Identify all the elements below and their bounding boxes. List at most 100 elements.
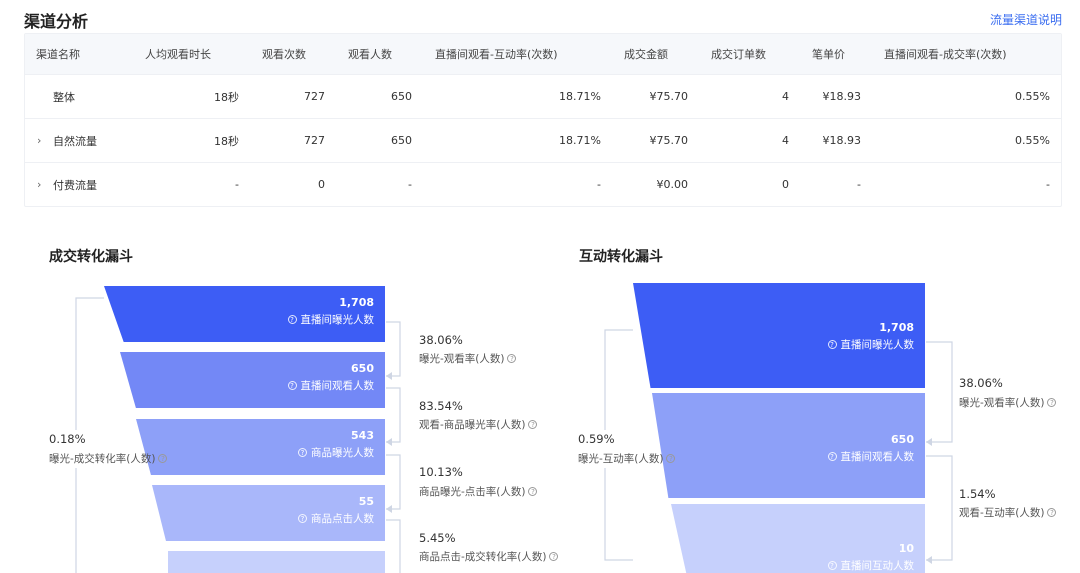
step-rate-label: 商品曝光-点击率(人数)? xyxy=(419,484,538,499)
question-icon[interactable]: ? xyxy=(507,354,517,363)
question-icon[interactable]: ? xyxy=(549,552,559,561)
stage-value: 10 xyxy=(898,542,914,555)
question-icon[interactable]: ? xyxy=(528,420,538,429)
cell-gmv: ¥75.70 xyxy=(649,90,689,103)
col-header-interaction-rate: 直播间观看-互动率(次数) xyxy=(435,48,558,61)
step-rate: 10.13% xyxy=(419,465,463,479)
stage-label: 直播间互动人数 xyxy=(840,560,915,572)
info-icon: ? xyxy=(298,514,307,523)
info-icon: ? xyxy=(287,381,297,390)
cell-conversion-rate: - xyxy=(1046,178,1050,191)
funnel-stage-watch[interactable]: 650 ? 直播间观看人数 xyxy=(652,393,925,498)
stage-value: 1,708 xyxy=(339,296,374,309)
step-rate-label: 观看-商品曝光率(人数)? xyxy=(419,417,538,432)
stage-label: 直播间曝光人数 xyxy=(300,314,375,326)
col-header-gmv: 成交金额 xyxy=(624,48,668,61)
cell-avg-order-price: ¥18.93 xyxy=(822,134,862,147)
stage-value: 650 xyxy=(891,433,914,446)
step-rate-label: 曝光-观看率(人数)? xyxy=(959,395,1057,410)
funnel-stage-exposure[interactable]: 1,708 ? 直播间曝光人数 xyxy=(633,283,925,388)
overall-deal-rate: 0.18% xyxy=(49,432,86,446)
funnel-stage-interaction[interactable]: 10 ? 直播间互动人数 xyxy=(671,504,925,573)
col-header-avg-order-price: 笔单价 xyxy=(812,48,845,61)
channel-name: 自然流量 xyxy=(53,134,97,148)
step-rate: 38.06% xyxy=(419,333,463,347)
stage-value: 650 xyxy=(351,362,374,375)
funnel-stage-product-click[interactable]: 55 ? 商品点击人数 xyxy=(152,485,385,541)
question-icon[interactable]: ? xyxy=(158,454,168,463)
col-header-conversion-rate: 直播间观看-成交率(次数) xyxy=(884,48,1007,61)
stage-label: 商品曝光人数 xyxy=(311,447,374,459)
section-title: 渠道分析 xyxy=(24,12,89,31)
question-icon[interactable]: ? xyxy=(528,487,538,496)
stage-label: 直播间观看人数 xyxy=(840,451,915,463)
stage-value: 543 xyxy=(351,429,374,442)
cell-viewers: 650 xyxy=(391,134,412,147)
step-rate-label: 曝光-观看率(人数)? xyxy=(419,351,517,366)
funnel-stage-product-exposure[interactable]: 543 ? 商品曝光人数 xyxy=(136,419,385,475)
info-icon: ? xyxy=(298,448,307,457)
step-rate-label: 商品点击-成交转化率(人数)? xyxy=(419,549,559,564)
cell-orders: 4 xyxy=(782,134,789,147)
funnel-stage-watch[interactable]: 650 ? 直播间观看人数 xyxy=(120,352,385,408)
question-icon[interactable]: ? xyxy=(1047,508,1057,517)
cell-gmv: ¥0.00 xyxy=(656,178,689,191)
info-icon: ? xyxy=(827,452,837,461)
cell-avg-watch-time: 18秒 xyxy=(214,134,239,148)
col-header-view-count: 观看次数 xyxy=(262,48,306,61)
deal-funnel-title: 成交转化漏斗 xyxy=(49,249,133,265)
step-rate: 5.45% xyxy=(419,531,456,545)
step-rate: 83.54% xyxy=(419,399,463,413)
cell-conversion-rate: 0.55% xyxy=(1015,134,1050,147)
stage-value: 1,708 xyxy=(879,321,914,334)
stage-label: 直播间曝光人数 xyxy=(840,339,915,351)
cell-view-count: 727 xyxy=(304,90,325,103)
info-icon: ? xyxy=(287,315,297,324)
traffic-channel-help-link[interactable]: 流量渠道说明 xyxy=(990,11,1062,28)
overall-interaction-rate: 0.59% xyxy=(578,432,615,446)
cell-viewers: 650 xyxy=(391,90,412,103)
cell-avg-order-price: - xyxy=(857,178,861,191)
channel-name: 整体 xyxy=(53,90,75,104)
col-header-orders: 成交订单数 xyxy=(711,48,766,61)
channel-name: 付费流量 xyxy=(53,178,97,192)
cell-viewers: - xyxy=(408,178,412,191)
cell-avg-watch-time: - xyxy=(235,178,239,191)
expand-chevron-icon[interactable]: › xyxy=(37,163,41,206)
info-icon: ? xyxy=(827,340,837,349)
step-rate-label: 观看-互动率(人数)? xyxy=(959,505,1057,520)
table-row[interactable]: › 自然流量 18秒 727 650 18.71% ¥75.70 4 ¥18.9… xyxy=(25,118,1061,162)
question-icon[interactable]: ? xyxy=(1047,398,1057,407)
cell-view-count: 0 xyxy=(318,178,325,191)
channel-analysis-page: 渠道分析 流量渠道说明 渠道名称 人均观看时长 观看次数 观看人数 直播间观看-… xyxy=(0,0,1080,573)
cell-view-count: 727 xyxy=(304,134,325,147)
overall-interaction-rate-label: 曝光-互动率(人数)? xyxy=(578,451,676,466)
cell-avg-order-price: ¥18.93 xyxy=(822,90,862,103)
cell-orders: 0 xyxy=(782,178,789,191)
channel-table: 渠道名称 人均观看时长 观看次数 观看人数 直播间观看-互动率(次数) 成交金额… xyxy=(24,33,1062,207)
cell-gmv: ¥75.70 xyxy=(649,134,689,147)
cell-orders: 4 xyxy=(782,90,789,103)
stage-value: 55 xyxy=(358,495,374,508)
col-header-avg-watch-time: 人均观看时长 xyxy=(145,48,211,61)
funnel-stage-exposure[interactable]: 1,708 ? 直播间曝光人数 xyxy=(104,286,385,342)
question-icon[interactable]: ? xyxy=(666,454,676,463)
table-row[interactable]: › 付费流量 - 0 - - ¥0.00 0 - - xyxy=(25,162,1061,206)
cell-interaction-rate: - xyxy=(597,178,601,191)
info-icon: ? xyxy=(827,561,837,570)
table-header: 渠道名称 人均观看时长 观看次数 观看人数 直播间观看-互动率(次数) 成交金额… xyxy=(25,34,1061,74)
funnel-stage-deal[interactable] xyxy=(168,551,385,573)
cell-conversion-rate: 0.55% xyxy=(1015,90,1050,103)
cell-interaction-rate: 18.71% xyxy=(559,134,601,147)
expand-chevron-icon[interactable]: › xyxy=(37,119,41,162)
cell-avg-watch-time: 18秒 xyxy=(214,90,239,104)
col-header-channel: 渠道名称 xyxy=(36,48,80,61)
overall-deal-rate-label: 曝光-成交转化率(人数)? xyxy=(49,451,168,466)
table-row[interactable]: 整体 18秒 727 650 18.71% ¥75.70 4 ¥18.93 0.… xyxy=(25,74,1061,118)
col-header-viewers: 观看人数 xyxy=(348,48,392,61)
stage-label: 直播间观看人数 xyxy=(300,380,375,392)
interaction-funnel-title: 互动转化漏斗 xyxy=(579,249,663,265)
step-rate: 38.06% xyxy=(959,376,1003,390)
stage-label: 商品点击人数 xyxy=(311,513,374,525)
step-rate: 1.54% xyxy=(959,487,996,501)
